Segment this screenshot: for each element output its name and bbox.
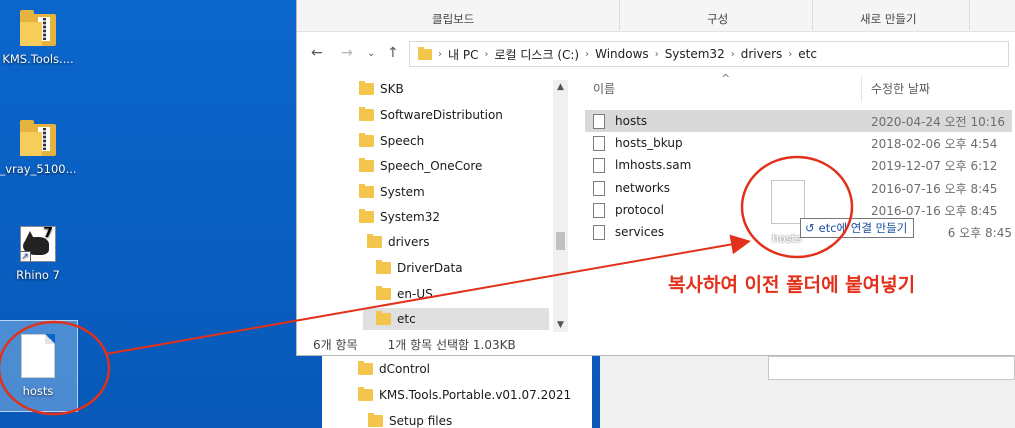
breadcrumb-etc[interactable]: etc	[798, 47, 817, 61]
desktop: KMS.Tools.... _vray_5100... 7 ↗ Rhino 7 …	[0, 0, 1015, 428]
up-arrow-icon[interactable]: ↑	[387, 45, 399, 61]
tree-item[interactable]: Setup files	[368, 410, 452, 428]
desktop-icon-vray[interactable]: _vray_5100...	[0, 120, 80, 176]
tree-item-system32[interactable]: System32	[359, 206, 549, 228]
folder-icon	[358, 387, 373, 401]
folder-icon	[376, 286, 391, 300]
folder-icon	[359, 107, 374, 121]
breadcrumb-system32[interactable]: System32	[665, 47, 725, 61]
column-header-date[interactable]: 수정한 날짜	[871, 80, 930, 97]
tree-item-drivers[interactable]: drivers	[367, 231, 549, 253]
tree-item-speech-onecore[interactable]: Speech_OneCore	[359, 155, 549, 177]
tree-item[interactable]: dControl	[358, 358, 430, 380]
back-arrow-icon[interactable]: ←	[311, 45, 323, 61]
background-nav-tree: dControl KMS.Tools.Portable.v01.07.2021 …	[322, 356, 592, 428]
status-bar: 6개 항목 1개 항목 선택함 1.03KB	[297, 332, 1015, 356]
ribbon-group-organize: 구성	[707, 12, 729, 26]
file-icon	[593, 135, 605, 151]
address-bar: ← → ⌄ ↑ › 내 PC › 로컬 디스크 (C:) › Windows ›…	[297, 33, 1015, 73]
rhino-app-icon: 7 ↗	[20, 226, 56, 262]
drag-tooltip-text: etc에 연결 만들기	[818, 221, 908, 235]
column-divider[interactable]	[861, 76, 862, 102]
desktop-icon-label: _vray_5100...	[0, 162, 77, 176]
file-icon	[593, 113, 605, 129]
folder-icon	[418, 46, 432, 60]
ribbon-group-clipboard: 클립보드	[432, 12, 475, 26]
address-path[interactable]: › 내 PC › 로컬 디스크 (C:) › Windows › System3…	[409, 41, 1009, 67]
ribbon-group-new: 새로 만들기	[860, 12, 917, 26]
link-icon: ↺	[805, 221, 815, 235]
folder-icon	[376, 311, 391, 325]
recent-chevron-down-icon[interactable]: ⌄	[367, 48, 375, 59]
folder-icon	[359, 133, 374, 147]
scroll-up-icon[interactable]: ▲	[553, 82, 568, 92]
desktop-icon-hosts[interactable]: hosts	[0, 320, 80, 412]
folder-icon	[367, 234, 382, 248]
status-selection: 1개 항목 선택함 1.03KB	[387, 337, 516, 352]
desktop-icon-rhino[interactable]: 7 ↗ Rhino 7	[0, 226, 80, 282]
folder-icon	[368, 413, 383, 427]
desktop-icon-label: KMS.Tools....	[2, 52, 74, 66]
tree-item-softwaredistribution[interactable]: SoftwareDistribution	[359, 104, 549, 126]
drag-tooltip: ↺ etc에 연결 만들기	[800, 218, 915, 238]
background-panel	[768, 356, 1015, 380]
file-icon	[593, 202, 605, 218]
forward-arrow-icon[interactable]: →	[341, 45, 353, 61]
explorer-window: 클립보드 구성 새로 만들기 ← → ⌄ ↑ › 내 PC › 로컬 디스크 (…	[296, 0, 1015, 356]
scrollbar-thumb[interactable]	[556, 232, 565, 250]
ribbon-separator	[619, 0, 620, 30]
file-row[interactable]: lmhosts.sam 2019-12-07 오후 6:12	[585, 154, 1012, 176]
ribbon: 클립보드 구성 새로 만들기	[297, 0, 1015, 32]
desktop-icon-label: hosts	[22, 384, 54, 398]
tree-item-system[interactable]: System	[359, 181, 549, 203]
navigation-pane: SKB SoftwareDistribution Speech Speech_O…	[297, 74, 571, 332]
zip-folder-icon	[20, 120, 56, 156]
nav-scrollbar[interactable]: ▲ ▼	[553, 80, 568, 332]
tree-item-speech[interactable]: Speech	[359, 130, 549, 152]
tree-item-skb[interactable]: SKB	[359, 78, 549, 100]
file-row[interactable]: hosts_bkup 2018-02-06 오후 4:54	[585, 132, 1012, 154]
zip-folder-icon	[20, 10, 56, 46]
scroll-down-icon[interactable]: ▼	[553, 320, 568, 330]
ribbon-separator	[812, 0, 813, 30]
desktop-icon-kms-tools[interactable]: KMS.Tools....	[0, 10, 80, 66]
folder-icon	[359, 158, 374, 172]
folder-icon	[359, 209, 374, 223]
folder-icon	[376, 260, 391, 274]
tree-item-etc[interactable]: etc	[363, 308, 549, 330]
tree-item[interactable]: KMS.Tools.Portable.v01.07.2021	[358, 384, 571, 406]
breadcrumb-local-disk[interactable]: 로컬 디스크 (C:)	[494, 46, 579, 63]
file-icon	[593, 180, 605, 196]
annotation-text: 복사하여 이전 폴더에 붙여넣기	[668, 274, 916, 296]
desktop-icon-label: Rhino 7	[16, 268, 60, 282]
tree-item-en-us[interactable]: en-US	[376, 283, 549, 305]
file-icon	[593, 224, 605, 240]
shortcut-arrow-icon: ↗	[21, 251, 31, 261]
file-row[interactable]: hosts 2020-04-24 오전 10:16	[585, 110, 1012, 132]
ribbon-separator	[969, 0, 970, 30]
breadcrumb-drivers[interactable]: drivers	[741, 47, 783, 61]
status-item-count: 6개 항목	[313, 337, 358, 352]
file-icon	[593, 157, 605, 173]
breadcrumb-this-pc[interactable]: 내 PC	[448, 46, 478, 63]
folder-icon	[359, 81, 374, 95]
column-header-name[interactable]: 이름	[593, 80, 615, 97]
file-icon	[21, 334, 55, 378]
folder-icon	[359, 184, 374, 198]
sort-caret-icon: ^	[721, 72, 731, 85]
tree-item-driverdata[interactable]: DriverData	[376, 257, 549, 279]
folder-icon	[358, 361, 373, 375]
drag-ghost-label: hosts	[772, 232, 802, 245]
breadcrumb-windows[interactable]: Windows	[595, 47, 649, 61]
